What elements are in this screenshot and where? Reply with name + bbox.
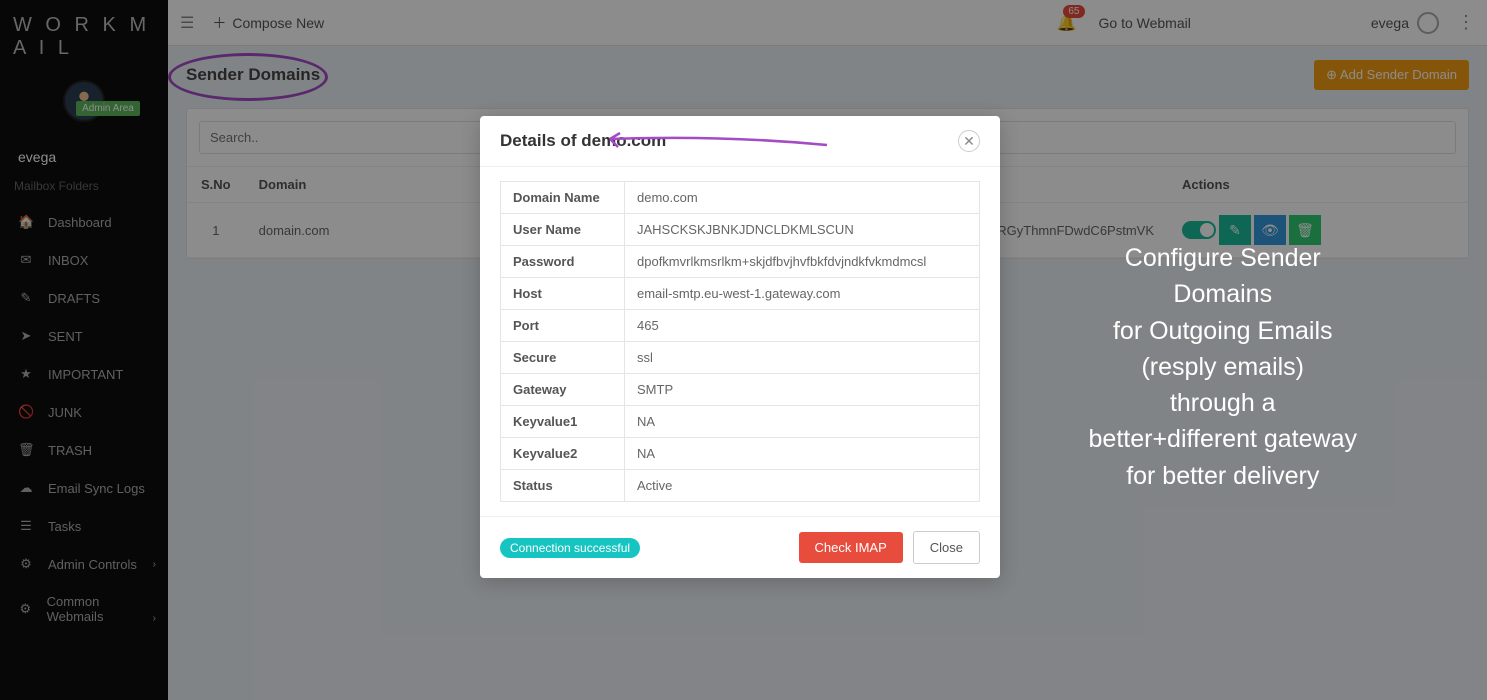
detail-password: dpofkmvrlkmsrlkm+skjdfbvjhvfbkfdvjndkfvk… bbox=[625, 246, 980, 278]
modal-title: Details of demo.com bbox=[500, 131, 666, 151]
detail-gateway: SMTP bbox=[625, 374, 980, 406]
detail-port: 465 bbox=[625, 310, 980, 342]
detail-domain-name: demo.com bbox=[625, 182, 980, 214]
detail-user-name: JAHSCKSKJBNKJDNCLDKMLSCUN bbox=[625, 214, 980, 246]
detail-keyvalue2: NA bbox=[625, 438, 980, 470]
connection-status-badge: Connection successful bbox=[500, 538, 640, 558]
details-modal: Details of demo.com ✕ Domain Namedemo.co… bbox=[480, 116, 1000, 578]
detail-keyvalue1: NA bbox=[625, 406, 980, 438]
details-table: Domain Namedemo.com User NameJAHSCKSKJBN… bbox=[500, 181, 980, 502]
annotation-text: Configure SenderDomainsfor Outgoing Emai… bbox=[1089, 240, 1357, 494]
check-imap-button[interactable]: Check IMAP bbox=[799, 532, 903, 563]
detail-secure: ssl bbox=[625, 342, 980, 374]
close-icon[interactable]: ✕ bbox=[958, 130, 980, 152]
detail-status: Active bbox=[625, 470, 980, 502]
close-modal-button[interactable]: Close bbox=[913, 531, 980, 564]
detail-host: email-smtp.eu-west-1.gateway.com bbox=[625, 278, 980, 310]
